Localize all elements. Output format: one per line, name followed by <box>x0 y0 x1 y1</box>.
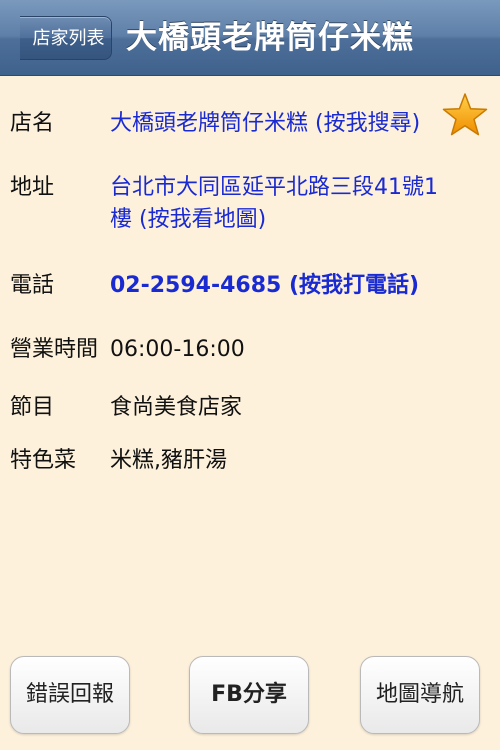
navigation-bar: 店家列表 大橋頭老牌筒仔米糕 <box>0 0 500 76</box>
back-button-label: 店家列表 <box>32 28 105 49</box>
program-label: 節目 <box>10 395 55 420</box>
address-label: 地址 <box>10 175 55 200</box>
hours-value: 06:00-16:00 <box>110 337 245 362</box>
phone-link[interactable]: 02-2594-4685 (按我打電話) <box>110 270 450 302</box>
error-report-button[interactable]: 錯誤回報 <box>10 656 130 734</box>
back-button[interactable]: 店家列表 <box>20 16 112 60</box>
specialty-value: 米糕,豬肝湯 <box>110 448 227 473</box>
map-navigation-button[interactable]: 地圖導航 <box>360 656 480 734</box>
hours-label: 營業時間 <box>10 337 99 362</box>
phone-label: 電話 <box>10 273 55 298</box>
address-link[interactable]: 台北市大同區延平北路三段41號1樓 (按我看地圖) <box>110 172 450 236</box>
store-name-link[interactable]: 大橋頭老牌筒仔米糕 (按我搜尋) <box>110 108 450 140</box>
fb-share-button[interactable]: FB分享 <box>189 656 309 734</box>
specialty-label: 特色菜 <box>10 448 77 473</box>
name-label: 店名 <box>10 111 55 136</box>
page-title: 大橋頭老牌筒仔米糕 <box>126 20 414 56</box>
program-value: 食尚美食店家 <box>110 395 243 420</box>
star-icon[interactable] <box>442 92 488 138</box>
